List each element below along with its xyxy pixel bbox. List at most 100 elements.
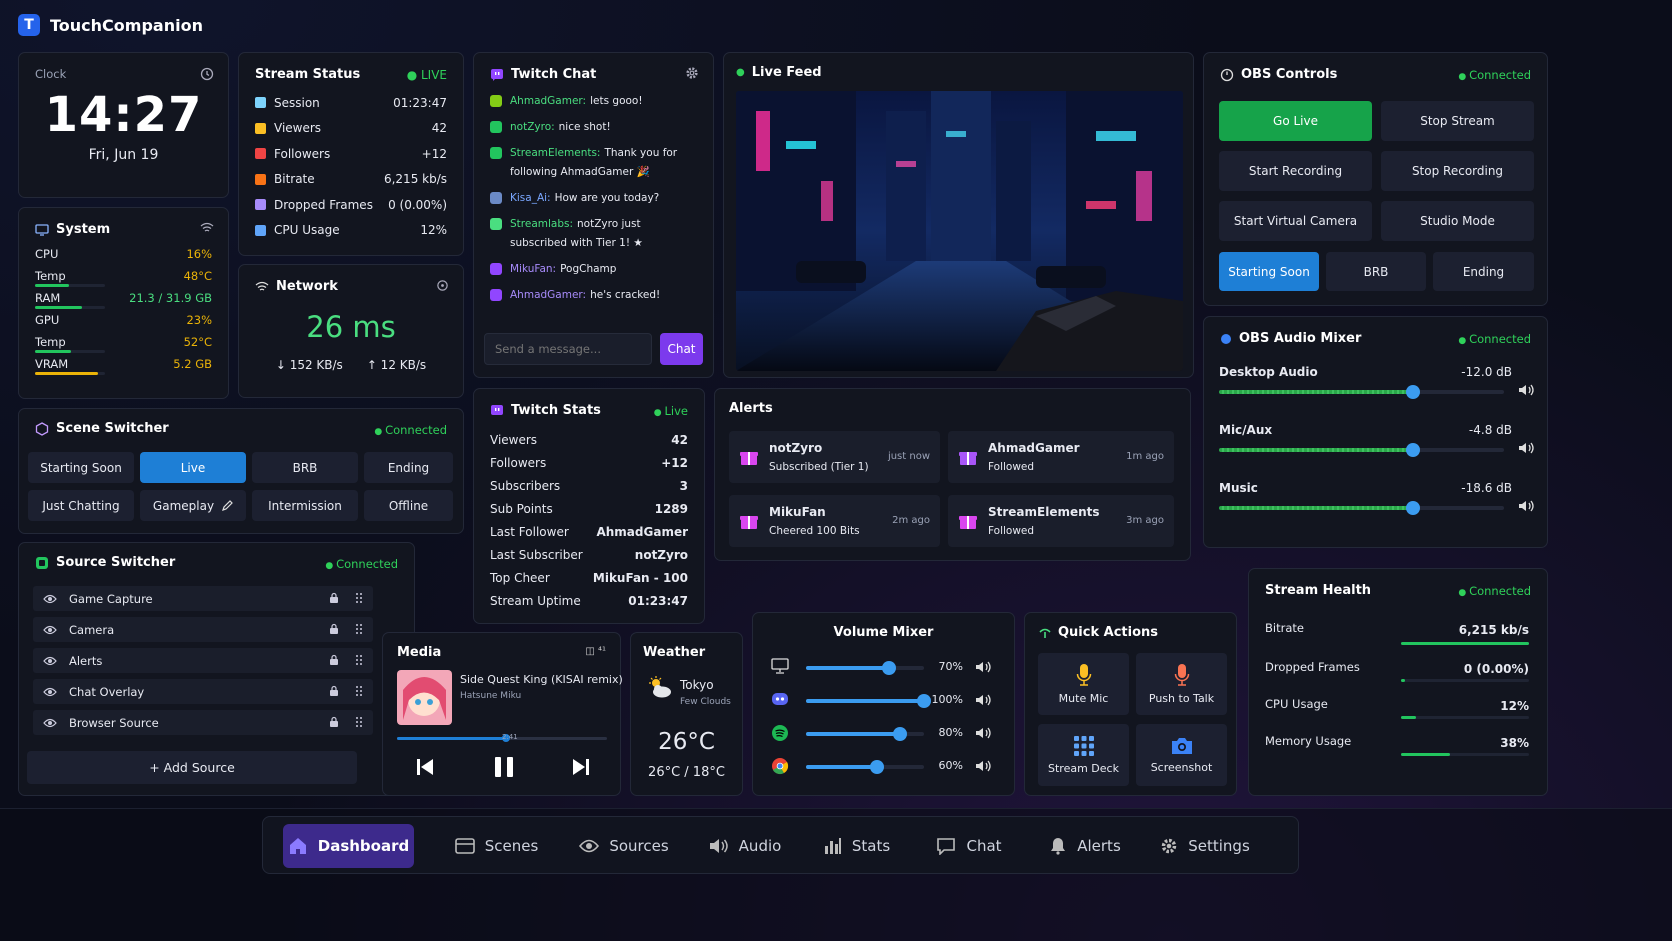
chat-message-list[interactable]: AhmadGamer: lets gooo! notZyro: nice shot! S…: [490, 92, 697, 305]
scene-button[interactable]: Ending: [364, 452, 453, 483]
stop-recording-button[interactable]: Stop Recording: [1381, 151, 1534, 191]
scene-button[interactable]: Just Chatting: [28, 490, 134, 521]
volume-knob[interactable]: [869, 760, 884, 774]
audio-slider-knob[interactable]: [1405, 385, 1420, 399]
volume-knob[interactable]: [917, 694, 931, 708]
lock-icon[interactable]: [329, 623, 339, 635]
start-virtual-camera-button[interactable]: Start Virtual Camera: [1219, 201, 1372, 241]
add-source-button[interactable]: + Add Source: [27, 751, 357, 784]
scene-button[interactable]: Intermission: [252, 490, 358, 521]
source-row[interactable]: Alerts: [33, 648, 373, 673]
stream-deck-button[interactable]: Stream Deck: [1038, 724, 1129, 786]
volume-slider[interactable]: [806, 694, 931, 708]
eye-icon[interactable]: [43, 718, 57, 728]
audio-channel-slider[interactable]: [1219, 443, 1504, 457]
speaker-icon[interactable]: [1518, 499, 1534, 513]
pause-icon[interactable]: [493, 755, 515, 779]
volume-mixer-card: Volume Mixer 70% 100% 80% 60%: [752, 612, 1015, 796]
eye-icon[interactable]: [43, 625, 57, 635]
volume-slider[interactable]: [806, 727, 924, 741]
nav-item-home[interactable]: Dashboard: [283, 824, 414, 868]
lock-icon[interactable]: [329, 654, 339, 666]
stop-stream-button[interactable]: Stop Stream: [1381, 101, 1534, 141]
volume-knob[interactable]: [893, 727, 908, 741]
go-live-button[interactable]: Go Live: [1219, 101, 1372, 141]
source-row[interactable]: Browser Source: [33, 710, 373, 735]
speaker-icon[interactable]: [975, 660, 991, 674]
drag-handle-icon[interactable]: [355, 685, 363, 697]
media-artist: Hatsune Miku: [460, 691, 522, 701]
gear-icon[interactable]: [685, 66, 699, 80]
scene-brb-button[interactable]: BRB: [1326, 252, 1426, 291]
speaker-icon[interactable]: [975, 726, 991, 740]
scene-ending-button[interactable]: Ending: [1433, 252, 1534, 291]
audio-channel-slider[interactable]: [1219, 501, 1504, 515]
studio-mode-button[interactable]: Studio Mode: [1381, 201, 1534, 241]
volume-knob[interactable]: [881, 661, 896, 675]
stream-status-value: 42: [431, 121, 447, 136]
source-row[interactable]: Camera: [33, 617, 373, 642]
power-icon: [1220, 68, 1234, 82]
next-icon[interactable]: [571, 757, 591, 777]
scene-starting-soon-button[interactable]: Starting Soon: [1219, 252, 1319, 291]
volume-slider[interactable]: [806, 760, 924, 774]
media-progress-fill: [397, 737, 507, 740]
scene-button[interactable]: Offline: [364, 490, 453, 521]
previous-icon[interactable]: [415, 757, 435, 777]
nav-item-sources[interactable]: Sources: [559, 824, 689, 868]
alert-item[interactable]: StreamElements Followed 3m ago: [948, 495, 1174, 547]
drag-handle-icon[interactable]: [355, 623, 363, 635]
audio-channel-slider[interactable]: [1219, 385, 1504, 399]
drag-handle-icon[interactable]: [355, 592, 363, 604]
media-progress[interactable]: 2:41: [397, 733, 607, 742]
speaker-icon[interactable]: [975, 759, 991, 773]
eye-icon[interactable]: [43, 594, 57, 604]
source-row[interactable]: Game Capture: [33, 586, 373, 611]
scene-button[interactable]: Live: [140, 452, 246, 483]
refresh-icon[interactable]: [436, 279, 449, 292]
alert-item[interactable]: MikuFan Cheered 100 Bits 2m ago: [729, 495, 940, 547]
nav-item-audio[interactable]: Audio: [689, 824, 801, 868]
chat-badge-icon: [490, 192, 502, 204]
cast-icon[interactable]: ◫ ⁴¹: [585, 646, 606, 657]
timer-icon[interactable]: [200, 67, 214, 81]
mute-mic-button[interactable]: Mute Mic: [1038, 653, 1129, 715]
volume-slider[interactable]: [806, 661, 924, 675]
lock-icon[interactable]: [329, 592, 339, 604]
speaker-icon[interactable]: [1518, 441, 1534, 455]
eye-icon[interactable]: [43, 687, 57, 697]
pencil-icon[interactable]: [222, 500, 233, 511]
nav-item-chat[interactable]: Chat: [913, 824, 1025, 868]
chat-message-text: notZyro: nice shot!: [510, 118, 611, 137]
drag-handle-icon[interactable]: [355, 654, 363, 666]
nav-item-alerts[interactable]: Alerts: [1025, 824, 1145, 868]
drag-handle-icon[interactable]: [355, 716, 363, 728]
nav-item-scenes[interactable]: Scenes: [434, 824, 559, 868]
stream-status-row-left: Followers: [255, 147, 330, 161]
lock-icon[interactable]: [329, 716, 339, 728]
system-row-bar-fill: [35, 372, 98, 375]
source-row[interactable]: Chat Overlay: [33, 679, 373, 704]
push-to-talk-button[interactable]: Push to Talk: [1136, 653, 1227, 715]
alert-item[interactable]: AhmadGamer Followed 1m ago: [948, 431, 1174, 483]
live-feed-video[interactable]: [736, 91, 1183, 371]
alert-item[interactable]: notZyro Subscribed (Tier 1) just now: [729, 431, 940, 483]
stream-status-row: Viewers 42: [255, 116, 447, 142]
nav-item-stats[interactable]: Stats: [801, 824, 913, 868]
audio-slider-knob[interactable]: [1405, 443, 1420, 457]
screenshot-button[interactable]: Screenshot: [1136, 724, 1227, 786]
stream-health-bar: [1401, 642, 1529, 645]
audio-slider-knob[interactable]: [1405, 501, 1420, 515]
chat-send-button[interactable]: Chat: [660, 333, 703, 365]
speaker-icon[interactable]: [1518, 383, 1534, 397]
eye-icon[interactable]: [43, 656, 57, 666]
stream-health-label: Memory Usage: [1265, 734, 1352, 748]
chat-input[interactable]: [484, 333, 652, 365]
scene-button[interactable]: BRB: [252, 452, 358, 483]
nav-item-settings[interactable]: Settings: [1145, 824, 1265, 868]
lock-icon[interactable]: [329, 685, 339, 697]
scene-button[interactable]: Starting Soon: [28, 452, 134, 483]
scene-button[interactable]: Gameplay: [140, 490, 246, 521]
start-recording-button[interactable]: Start Recording: [1219, 151, 1372, 191]
speaker-icon[interactable]: [975, 693, 991, 707]
